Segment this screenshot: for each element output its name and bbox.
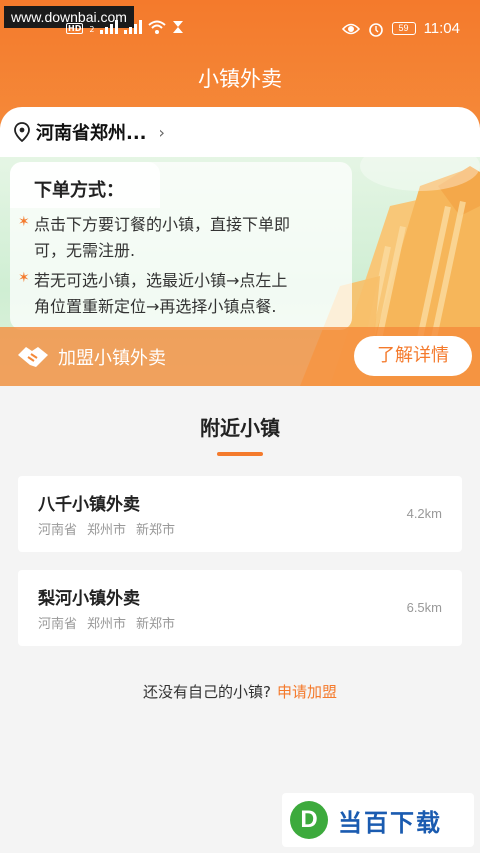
location-bar[interactable]: 河南省郑州... › (0, 107, 480, 157)
hd-badge: HD (66, 23, 84, 34)
banner: 下单方式： ✶ 点击下方要订餐的小镇，直接下单即 可，无需注册. ✶ 若无可选小… (0, 146, 480, 386)
alarm-icon (368, 22, 383, 37)
town-name: 梨河小镇外卖 (38, 589, 140, 609)
join-label: 加盟小镇外卖 (58, 348, 166, 369)
status-time: 11:04 (423, 20, 460, 37)
town-province: 河南省 (38, 617, 78, 632)
chevron-right-icon: › (158, 122, 165, 142)
town-region: 河南省 郑州市 新郑市 (38, 613, 175, 632)
handshake-icon (18, 347, 48, 367)
sim-badge: 2 (89, 25, 95, 34)
town-city: 郑州市 (87, 523, 127, 538)
join-strip: 加盟小镇外卖 了解详情 (0, 327, 480, 386)
instructions-card: 下单方式： ✶ 点击下方要订餐的小镇，直接下单即 可，无需注册. ✶ 若无可选小… (10, 162, 352, 330)
signal-icon-2 (124, 20, 143, 34)
status-left-icons: HD 2 (66, 20, 184, 34)
nearby-title: 附近小镇 (200, 416, 280, 440)
apply-join-link[interactable]: 申请加盟 (277, 683, 337, 701)
instruction-1-line-1: 点击下方要订餐的小镇，直接下单即 (34, 215, 291, 234)
town-city: 郑州市 (87, 617, 127, 632)
watermark-bottom: D 当百下载 (282, 793, 474, 847)
status-right: 59 11:04 (341, 20, 460, 37)
location-pin-icon (14, 122, 30, 142)
town-district: 新郑市 (136, 523, 176, 538)
status-bar: www.downbai.com HD 2 59 11:04 (0, 0, 480, 42)
town-card[interactable]: 梨河小镇外卖 河南省 郑州市 新郑市 6.5km (18, 570, 462, 646)
star-icon: ✶ (18, 214, 30, 230)
instructions-title: 下单方式： (34, 180, 124, 201)
title-underline (217, 452, 263, 456)
town-district: 新郑市 (136, 617, 176, 632)
learn-more-button[interactable]: 了解详情 (354, 336, 472, 376)
town-card[interactable]: 八千小镇外卖 河南省 郑州市 新郑市 4.2km (18, 476, 462, 552)
town-region: 河南省 郑州市 新郑市 (38, 519, 175, 538)
signal-icon (100, 20, 119, 34)
town-distance: 6.5km (406, 600, 442, 615)
page-title: 小镇外卖 (198, 67, 282, 91)
footer-prompt: 还没有自己的小镇? (143, 683, 271, 701)
footer-prompt-row: 还没有自己的小镇? 申请加盟 (0, 681, 480, 702)
wifi-icon (148, 20, 167, 34)
watermark-text: 当百下载 (338, 808, 442, 837)
battery-icon: 59 (391, 22, 416, 35)
location-text: 河南省郑州... (36, 123, 147, 144)
instruction-2-line-1: 若无可选小镇，选最近小镇→点左上 (34, 271, 288, 290)
town-distance: 4.2km (406, 506, 442, 521)
watermark-logo: D (290, 801, 328, 839)
hourglass-icon (173, 21, 184, 33)
instruction-1-line-2: 可，无需注册. (34, 241, 136, 260)
instruction-2-line-2: 角位置重新定位→再选择小镇点餐. (34, 297, 277, 316)
eye-icon (341, 23, 360, 34)
star-icon: ✶ (18, 270, 30, 286)
town-name: 八千小镇外卖 (38, 495, 140, 515)
town-province: 河南省 (38, 523, 78, 538)
